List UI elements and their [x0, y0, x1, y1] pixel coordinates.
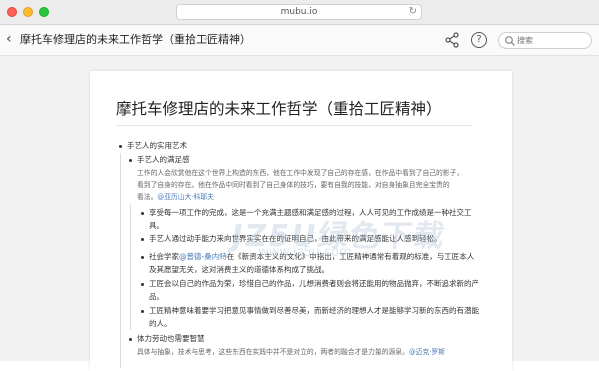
- title-divider: [116, 125, 472, 126]
- item-note-line[interactable]: 看到了自身的存在。他在作品中同时看到了自己身体的技巧，要有自我的技能，对自身抽象…: [137, 180, 450, 190]
- undo-icon[interactable]: ↶: [203, 32, 213, 46]
- outline-item-l1[interactable]: 手艺人的实用艺术: [127, 141, 187, 151]
- url-text: mubu.io: [280, 7, 318, 17]
- search-icon: [505, 36, 515, 46]
- item-note-line[interactable]: 工作的人会欣赏他在这个世界上构造的东西，他在工作中发现了自己的存在感，在作品中看…: [137, 168, 463, 178]
- mention-link[interactable]: @迈克·罗斯: [409, 348, 445, 356]
- share-icon[interactable]: [444, 32, 460, 48]
- window-title-bar: mubu.io ↻: [0, 0, 599, 25]
- outline-item-l2[interactable]: 体力劳动也需要智慧: [137, 334, 205, 344]
- mention-link[interactable]: @普德-桑内特: [179, 252, 227, 261]
- toolbar-doc-title: 摩托车修理店的未来工作哲学（重拾工匠精神）: [20, 33, 251, 46]
- reload-icon[interactable]: ↻: [409, 5, 417, 19]
- address-bar[interactable]: mubu.io ↻: [176, 4, 422, 20]
- search-box[interactable]: [498, 32, 592, 49]
- item-text: 社会学家: [149, 252, 179, 261]
- outline-item-l2[interactable]: 手艺人的满足感: [137, 155, 190, 165]
- outline-item-continuation: 及其愿望无关，这对消费主义的道德体系构成了挑战。: [149, 265, 329, 274]
- outline-item-continuation: 的人。: [149, 319, 172, 328]
- bullet-dot[interactable]: [141, 256, 144, 259]
- minimize-window-button[interactable]: [23, 7, 33, 17]
- document-title[interactable]: 摩托车修理店的未来工作哲学（重拾工匠精神）: [116, 97, 442, 119]
- outline-guide-line: [130, 204, 131, 330]
- document-area: 摩托车修理店的未来工作哲学（重拾工匠精神） 手艺人的实用艺术 手艺人的满足感 工…: [0, 56, 599, 371]
- outline-item-continuation: 具。: [149, 221, 164, 230]
- outline-item-l3[interactable]: 工匠精神意味着要学习把意见事情做到尽善尽美，而新经济的理想人才是能够学习新的东西…: [149, 306, 479, 316]
- watermark-subtext: www.jz5u.com: [258, 245, 352, 260]
- bullet-dot[interactable]: [129, 159, 132, 162]
- outline-item-l3[interactable]: 工匠会以自己的作品为荣，珍惜自己的作品，儿想消费者则会将还能用的物品抛弃，不断追…: [149, 279, 479, 289]
- note-text: 具体与抽象，技术与思考，这些东西在实践中并不是对立的，两者的融合才是力量的源泉。: [137, 348, 409, 356]
- note-text: 看法。: [137, 193, 158, 201]
- bullet-dot[interactable]: [141, 283, 144, 286]
- bullet-dot[interactable]: [141, 212, 144, 215]
- bullet-dot[interactable]: [119, 145, 122, 148]
- bullet-dot[interactable]: [129, 338, 132, 341]
- bullet-dot[interactable]: [141, 238, 144, 241]
- zoom-window-button[interactable]: [39, 7, 49, 17]
- mention-link[interactable]: @亚历山大·科耶夫: [157, 193, 214, 201]
- search-input[interactable]: [517, 34, 587, 47]
- app-toolbar: ‹ 摩托车修理店的未来工作哲学（重拾工匠精神） ↶ ↷ ?: [0, 25, 599, 56]
- chevron-left-icon[interactable]: ‹: [6, 31, 12, 47]
- outline-item-continuation: 品。: [149, 292, 164, 301]
- redo-icon[interactable]: ↷: [218, 32, 228, 46]
- outline-guide-line: [120, 153, 121, 368]
- item-note-line[interactable]: 具体与抽象，技术与思考，这些东西在实践中并不是对立的，两者的融合才是力量的源泉。…: [137, 347, 445, 357]
- help-button[interactable]: ?: [471, 32, 487, 48]
- item-note-line[interactable]: 看法。@亚历山大·科耶夫: [137, 192, 214, 202]
- bullet-dot[interactable]: [141, 310, 144, 313]
- close-window-button[interactable]: [7, 7, 17, 17]
